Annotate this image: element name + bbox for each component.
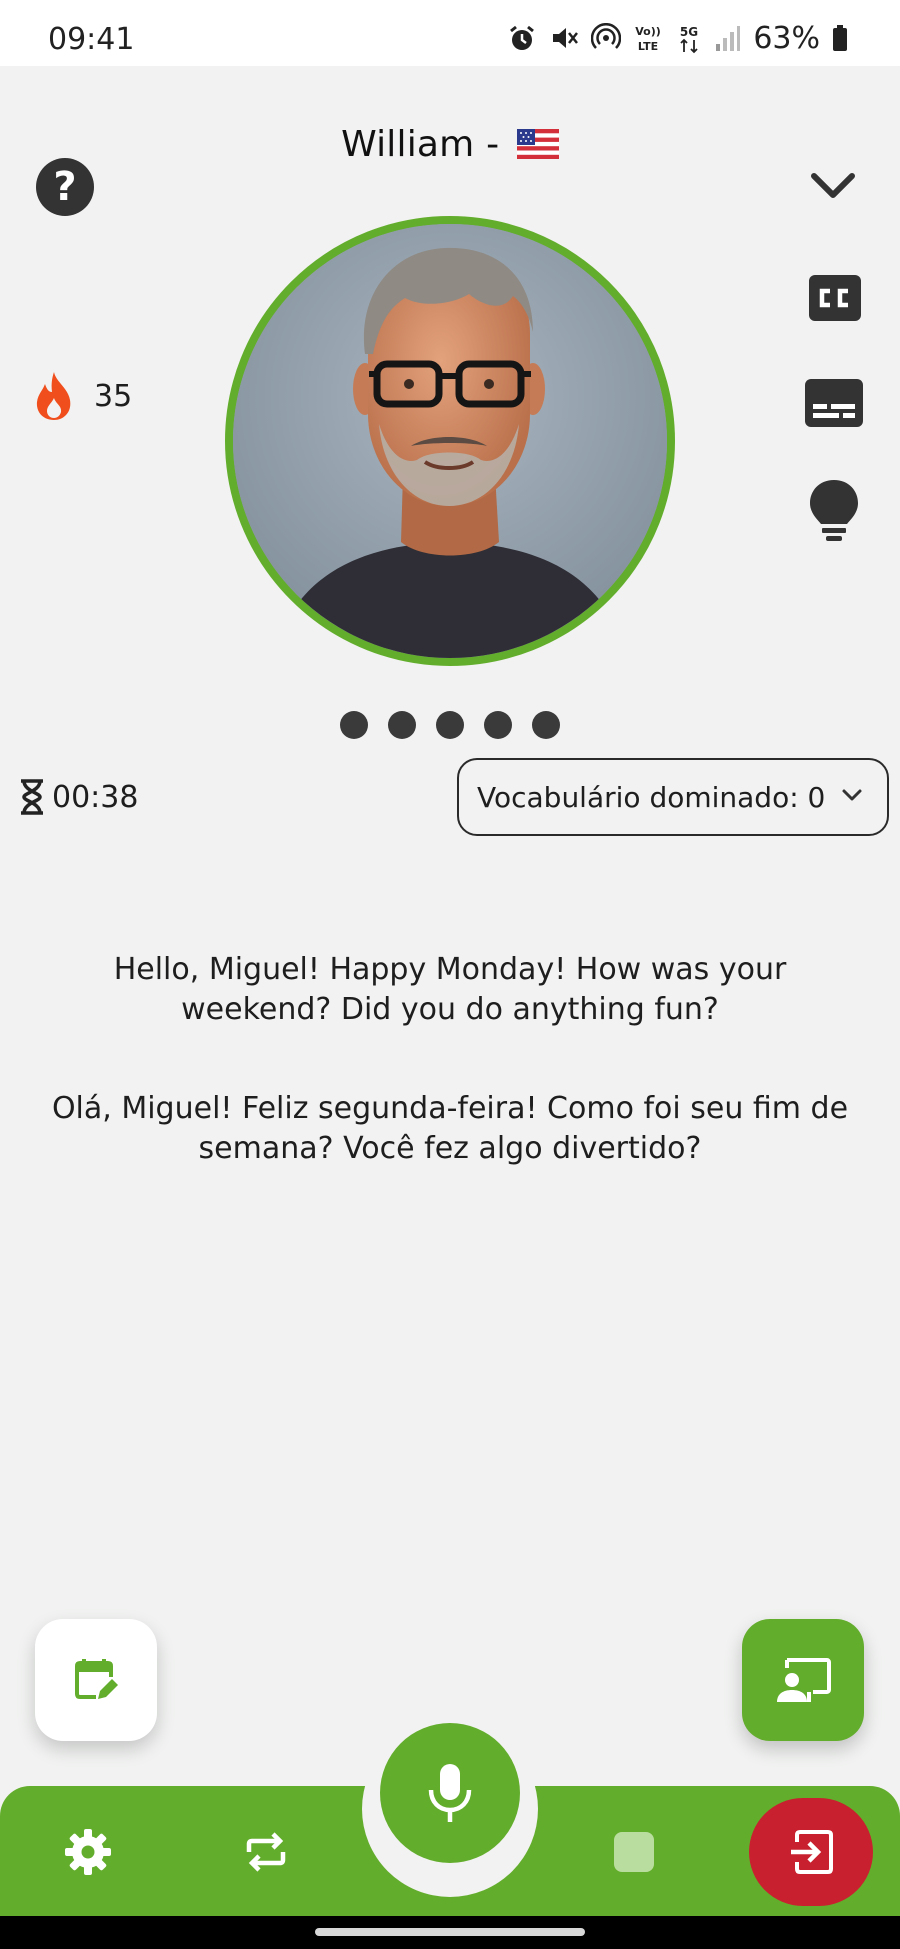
calendar-button[interactable] bbox=[35, 1619, 157, 1741]
svg-text:5G: 5G bbox=[680, 25, 698, 39]
vocabulary-label: Vocabulário dominado: 0 bbox=[477, 780, 826, 814]
5g-icon: 5G bbox=[680, 25, 698, 54]
pager-dot[interactable] bbox=[436, 711, 464, 739]
closed-captions-button[interactable] bbox=[808, 274, 862, 322]
help-icon: ? bbox=[53, 164, 77, 210]
svg-text:LTE: LTE bbox=[638, 40, 658, 53]
repeat-icon bbox=[246, 1832, 286, 1872]
pager-dot[interactable] bbox=[484, 711, 512, 739]
pager-dot[interactable] bbox=[388, 711, 416, 739]
presenter-button[interactable] bbox=[742, 1619, 864, 1741]
status-time: 09:41 bbox=[48, 22, 135, 57]
home-handle[interactable] bbox=[315, 1928, 585, 1936]
chevron-down-icon bbox=[811, 173, 855, 198]
pager-dots[interactable] bbox=[340, 711, 560, 739]
us-flag-icon bbox=[516, 129, 559, 159]
status-bar: 09:41 Vo)) LTE 5G 63% bbox=[0, 0, 900, 66]
timer-value: 00:38 bbox=[52, 779, 139, 815]
pager-dot[interactable] bbox=[340, 711, 368, 739]
chevron-down-icon bbox=[842, 789, 862, 801]
streak-count: 35 bbox=[94, 378, 133, 414]
subtitles-button[interactable] bbox=[804, 378, 864, 428]
alarm-icon bbox=[510, 25, 535, 50]
repeat-button[interactable] bbox=[243, 1830, 289, 1874]
hourglass-icon bbox=[21, 779, 43, 815]
pager-dot[interactable] bbox=[532, 711, 560, 739]
flame-icon bbox=[36, 372, 71, 420]
stop-button[interactable] bbox=[614, 1832, 654, 1872]
status-icons: Vo)) LTE 5G 63% bbox=[507, 20, 848, 56]
message-portuguese: Olá, Miguel! Feliz segunda-feira! Como f… bbox=[51, 1091, 849, 1166]
gear-icon bbox=[65, 1829, 111, 1875]
volte-icon: Vo)) LTE bbox=[636, 25, 662, 53]
mute-icon bbox=[553, 28, 579, 48]
svg-text:Vo)): Vo)) bbox=[636, 25, 662, 38]
exit-button[interactable] bbox=[749, 1798, 873, 1906]
battery-percent: 63% bbox=[753, 20, 820, 56]
companion-name: William - bbox=[341, 124, 500, 165]
streak-counter: 35 bbox=[32, 370, 132, 422]
signal-icon bbox=[716, 26, 741, 51]
microphone-button[interactable] bbox=[380, 1723, 520, 1863]
hotspot-icon bbox=[591, 23, 622, 49]
battery-icon bbox=[833, 25, 847, 51]
presenter-icon bbox=[777, 1658, 831, 1702]
exit-icon bbox=[791, 1830, 833, 1874]
hint-button[interactable] bbox=[808, 478, 860, 544]
closed-captions-icon bbox=[809, 275, 861, 321]
microphone-icon bbox=[428, 1764, 472, 1822]
vocabulary-dropdown[interactable]: Vocabulário dominado: 0 bbox=[457, 758, 889, 836]
subtitles-icon bbox=[805, 379, 863, 427]
session-timer: 00:38 bbox=[18, 778, 138, 816]
companion-title: William - bbox=[0, 124, 900, 165]
lightbulb-icon bbox=[810, 480, 858, 541]
collapse-button[interactable] bbox=[808, 166, 858, 206]
message-english: Hello, Miguel! Happy Monday! How was you… bbox=[113, 952, 787, 1027]
companion-avatar bbox=[225, 216, 675, 666]
help-button[interactable]: ? bbox=[36, 158, 94, 216]
calendar-edit-icon bbox=[75, 1659, 118, 1699]
settings-button[interactable] bbox=[64, 1828, 112, 1876]
